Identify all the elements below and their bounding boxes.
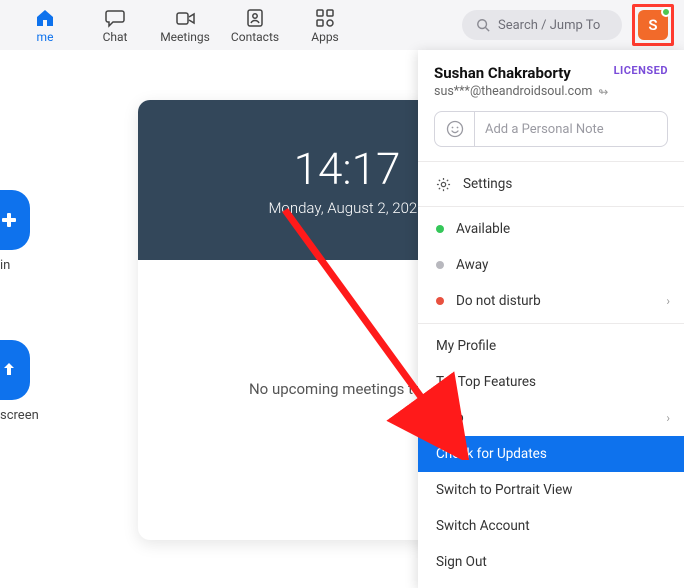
status-label: Away xyxy=(456,257,488,273)
search-input[interactable]: Search / Jump To xyxy=(462,10,622,40)
chevron-right-icon: › xyxy=(666,411,670,425)
menu-label: Help xyxy=(436,410,464,426)
hide-icon: ↬ xyxy=(598,85,608,99)
tab-label: Chat xyxy=(103,30,128,44)
menu-label: Sign Out xyxy=(436,554,487,570)
status-dnd[interactable]: Do not disturb › xyxy=(418,283,684,319)
note-placeholder: Add a Personal Note xyxy=(475,122,667,137)
join-label: in xyxy=(0,258,10,273)
menu-switch-portrait[interactable]: Switch to Portrait View xyxy=(418,472,684,508)
tab-label: Meetings xyxy=(160,30,210,44)
tab-label: Apps xyxy=(311,30,339,44)
emoji-icon[interactable] xyxy=(435,112,475,146)
menu-label: Check for Updates xyxy=(436,446,547,462)
menu-my-profile[interactable]: My Profile xyxy=(418,328,684,364)
profile-dropdown: Sushan Chakraborty LICENSED sus***@thean… xyxy=(418,50,684,588)
presence-dot-icon xyxy=(661,7,671,17)
personal-note-input[interactable]: Add a Personal Note xyxy=(434,111,668,147)
menu-label: Switch to Portrait View xyxy=(436,482,572,498)
profile-avatar-button[interactable]: S xyxy=(632,4,674,46)
share-up-icon xyxy=(0,359,20,381)
tab-contacts[interactable]: Contacts xyxy=(220,0,290,50)
license-badge: LICENSED xyxy=(614,64,668,77)
clock-time: 14:17 xyxy=(294,143,401,195)
home-icon xyxy=(34,6,56,30)
avatar: S xyxy=(638,10,668,40)
chevron-right-icon: › xyxy=(666,294,670,308)
tab-apps[interactable]: Apps xyxy=(290,0,360,50)
menu-check-for-updates[interactable]: Check for Updates xyxy=(418,436,684,472)
menu-try-top-features[interactable]: Try Top Features xyxy=(418,364,684,400)
top-toolbar: me Chat Meetings Contacts Apps Search / … xyxy=(0,0,684,50)
menu-label: Settings xyxy=(463,176,512,192)
status-dot-green-icon xyxy=(436,225,444,233)
contacts-icon xyxy=(245,6,265,30)
status-label: Available xyxy=(456,221,510,237)
status-away[interactable]: Away xyxy=(418,247,684,283)
status-label: Do not disturb xyxy=(456,293,541,309)
menu-label: Try Top Features xyxy=(436,374,536,390)
tab-label: Contacts xyxy=(231,30,279,44)
profile-name: Sushan Chakraborty xyxy=(434,64,571,82)
gear-icon xyxy=(436,177,451,192)
menu-settings[interactable]: Settings xyxy=(418,166,684,202)
status-available[interactable]: Available xyxy=(418,211,684,247)
avatar-initial: S xyxy=(648,16,657,34)
tab-home[interactable]: me xyxy=(10,0,80,50)
menu-sign-out[interactable]: Sign Out xyxy=(418,544,684,580)
profile-email: sus***@theandroidsoul.com xyxy=(434,84,592,99)
profile-header: Sushan Chakraborty LICENSED sus***@thean… xyxy=(418,50,684,157)
share-label: screen xyxy=(0,408,39,423)
search-placeholder: Search / Jump To xyxy=(498,18,600,33)
meetings-icon xyxy=(174,6,196,30)
menu-label: Switch Account xyxy=(436,518,530,534)
tab-label: me xyxy=(37,30,54,44)
apps-icon xyxy=(315,6,335,30)
status-dot-red-icon xyxy=(436,297,444,305)
tab-meetings[interactable]: Meetings xyxy=(150,0,220,50)
join-button[interactable] xyxy=(0,190,30,250)
share-screen-button[interactable] xyxy=(0,340,30,400)
menu-switch-account[interactable]: Switch Account xyxy=(418,508,684,544)
chat-icon xyxy=(104,6,126,30)
status-dot-grey-icon xyxy=(436,261,444,269)
menu-help[interactable]: Help › xyxy=(418,400,684,436)
search-icon xyxy=(476,18,490,32)
menu-label: My Profile xyxy=(436,338,496,354)
tab-chat[interactable]: Chat xyxy=(80,0,150,50)
clock-date: Monday, August 2, 2021 xyxy=(268,199,425,217)
plus-icon xyxy=(0,209,20,231)
